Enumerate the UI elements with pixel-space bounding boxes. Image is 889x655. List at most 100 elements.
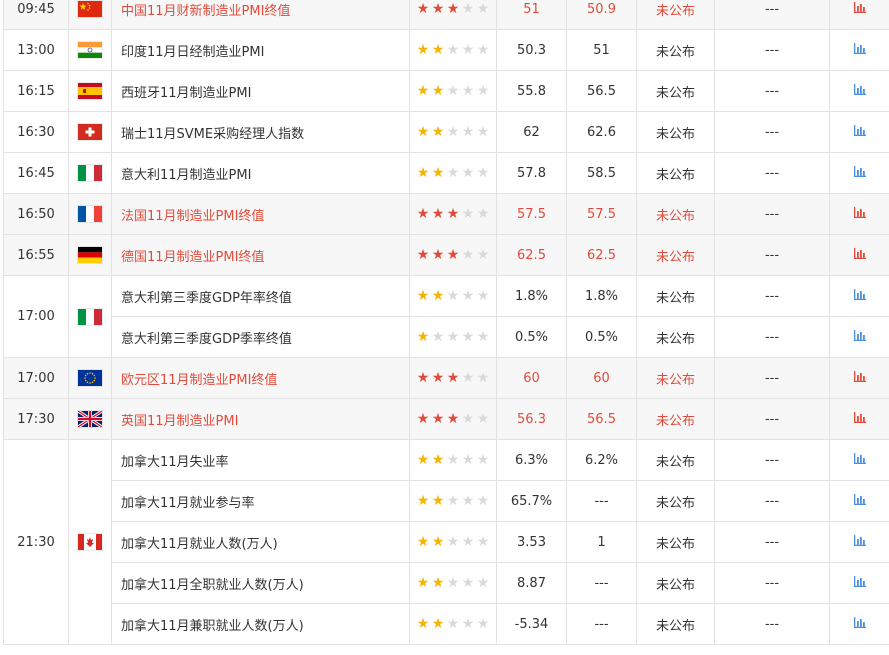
bar-chart-icon[interactable] (853, 83, 866, 99)
forecast-value: 62.6 (566, 111, 637, 153)
bar-chart-icon[interactable] (853, 124, 866, 140)
event-name[interactable]: 德国11月制造业PMI终值 (111, 234, 410, 276)
bar-chart-icon[interactable] (853, 616, 866, 632)
star-icon: ★ (461, 246, 475, 263)
star-icon: ★ (416, 123, 430, 140)
forecast-value: --- (566, 480, 637, 522)
extra-value: --- (714, 275, 830, 317)
flag-cell (68, 29, 112, 71)
event-name[interactable]: 法国11月制造业PMI终值 (111, 193, 410, 235)
bar-chart-icon[interactable] (853, 42, 866, 58)
chart-link-cell[interactable] (829, 275, 889, 317)
chart-link-cell[interactable] (829, 603, 889, 645)
bar-chart-icon[interactable] (853, 534, 866, 550)
star-rating: ★ ★ ★ ★ ★ (416, 576, 491, 590)
chart-link-cell[interactable] (829, 234, 889, 276)
importance-stars: ★ ★ ★ ★ ★ (409, 70, 497, 112)
bar-chart-icon[interactable] (853, 370, 866, 386)
bar-chart-icon[interactable] (853, 411, 866, 427)
time-cell: 17:00 (3, 275, 69, 358)
event-name[interactable]: 加拿大11月失业率 (111, 439, 410, 481)
extra-value: --- (714, 316, 830, 358)
table-row: 13:00 印度11月日经制造业PMI ★ ★ ★ ★ ★ 50.3 51 未公布 --- (3, 29, 889, 71)
table-row: 16:15 西班牙11月制造业PMI ★ ★ ★ ★ ★ 55.8 56.5 未公布 --- (3, 70, 889, 112)
previous-value: 1.8% (496, 275, 567, 317)
bar-chart-icon[interactable] (853, 575, 866, 591)
bar-chart-icon[interactable] (853, 247, 866, 263)
star-icon: ★ (461, 492, 475, 509)
time-cell: 17:30 (3, 398, 69, 440)
event-name[interactable]: 英国11月制造业PMI (111, 398, 410, 440)
star-icon: ★ (431, 451, 445, 468)
flag-cell (68, 275, 112, 358)
chart-link-cell[interactable] (829, 70, 889, 112)
star-icon: ★ (446, 41, 460, 58)
event-name[interactable]: 意大利第三季度GDP年率终值 (111, 275, 410, 317)
star-icon: ★ (416, 41, 430, 58)
event-name[interactable]: 中国11月财新制造业PMI终值 (111, 0, 410, 30)
star-icon: ★ (431, 246, 445, 263)
bar-chart-icon[interactable] (853, 329, 866, 345)
actual-value: 未公布 (636, 562, 715, 604)
star-icon: ★ (461, 164, 475, 181)
event-name[interactable]: 加拿大11月就业人数(万人) (111, 521, 410, 563)
extra-value: --- (714, 0, 830, 30)
star-icon: ★ (416, 164, 430, 181)
event-name[interactable]: 意大利第三季度GDP季率终值 (111, 316, 410, 358)
chart-link-cell[interactable] (829, 398, 889, 440)
star-icon: ★ (446, 492, 460, 509)
chart-link-cell[interactable] (829, 316, 889, 358)
forecast-value: 50.9 (566, 0, 637, 30)
chart-link-cell[interactable] (829, 193, 889, 235)
event-name[interactable]: 西班牙11月制造业PMI (111, 70, 410, 112)
chart-link-cell[interactable] (829, 521, 889, 563)
chart-link-cell[interactable] (829, 0, 889, 30)
bar-chart-icon[interactable] (853, 493, 866, 509)
star-icon: ★ (461, 328, 475, 345)
bar-chart-icon[interactable] (853, 206, 866, 222)
event-name[interactable]: 加拿大11月全职就业人数(万人) (111, 562, 410, 604)
star-icon: ★ (416, 492, 430, 509)
star-rating: ★ ★ ★ ★ ★ (416, 248, 491, 262)
bar-chart-icon[interactable] (853, 288, 866, 304)
chart-link-cell[interactable] (829, 357, 889, 399)
star-icon: ★ (431, 410, 445, 427)
event-name[interactable]: 加拿大11月兼职就业人数(万人) (111, 603, 410, 645)
actual-value: 未公布 (636, 439, 715, 481)
previous-value: 55.8 (496, 70, 567, 112)
bar-chart-icon[interactable] (853, 1, 866, 17)
event-name[interactable]: 加拿大11月就业参与率 (111, 480, 410, 522)
star-icon: ★ (446, 369, 460, 386)
star-icon: ★ (431, 205, 445, 222)
bar-chart-icon[interactable] (853, 165, 866, 181)
star-icon: ★ (461, 123, 475, 140)
extra-value: --- (714, 398, 830, 440)
event-name[interactable]: 欧元区11月制造业PMI终值 (111, 357, 410, 399)
forecast-value: 58.5 (566, 152, 637, 194)
chart-link-cell[interactable] (829, 562, 889, 604)
event-name[interactable]: 意大利11月制造业PMI (111, 152, 410, 194)
importance-stars: ★ ★ ★ ★ ★ (409, 562, 497, 604)
star-icon: ★ (431, 369, 445, 386)
star-rating: ★ ★ ★ ★ ★ (416, 207, 491, 221)
chart-link-cell[interactable] (829, 439, 889, 481)
forecast-value: 51 (566, 29, 637, 71)
chart-link-cell[interactable] (829, 480, 889, 522)
chart-link-cell[interactable] (829, 152, 889, 194)
previous-value: 62.5 (496, 234, 567, 276)
star-icon: ★ (416, 410, 430, 427)
star-icon: ★ (476, 574, 490, 591)
flag-cell (68, 193, 112, 235)
star-icon: ★ (476, 41, 490, 58)
chart-link-cell[interactable] (829, 29, 889, 71)
germany-flag-icon (78, 247, 102, 263)
star-icon: ★ (461, 574, 475, 591)
actual-value: 未公布 (636, 70, 715, 112)
star-icon: ★ (431, 615, 445, 632)
chart-link-cell[interactable] (829, 111, 889, 153)
event-name[interactable]: 印度11月日经制造业PMI (111, 29, 410, 71)
flag-cell (68, 439, 112, 645)
bar-chart-icon[interactable] (853, 452, 866, 468)
event-name[interactable]: 瑞士11月SVME采购经理人指数 (111, 111, 410, 153)
extra-value: --- (714, 357, 830, 399)
